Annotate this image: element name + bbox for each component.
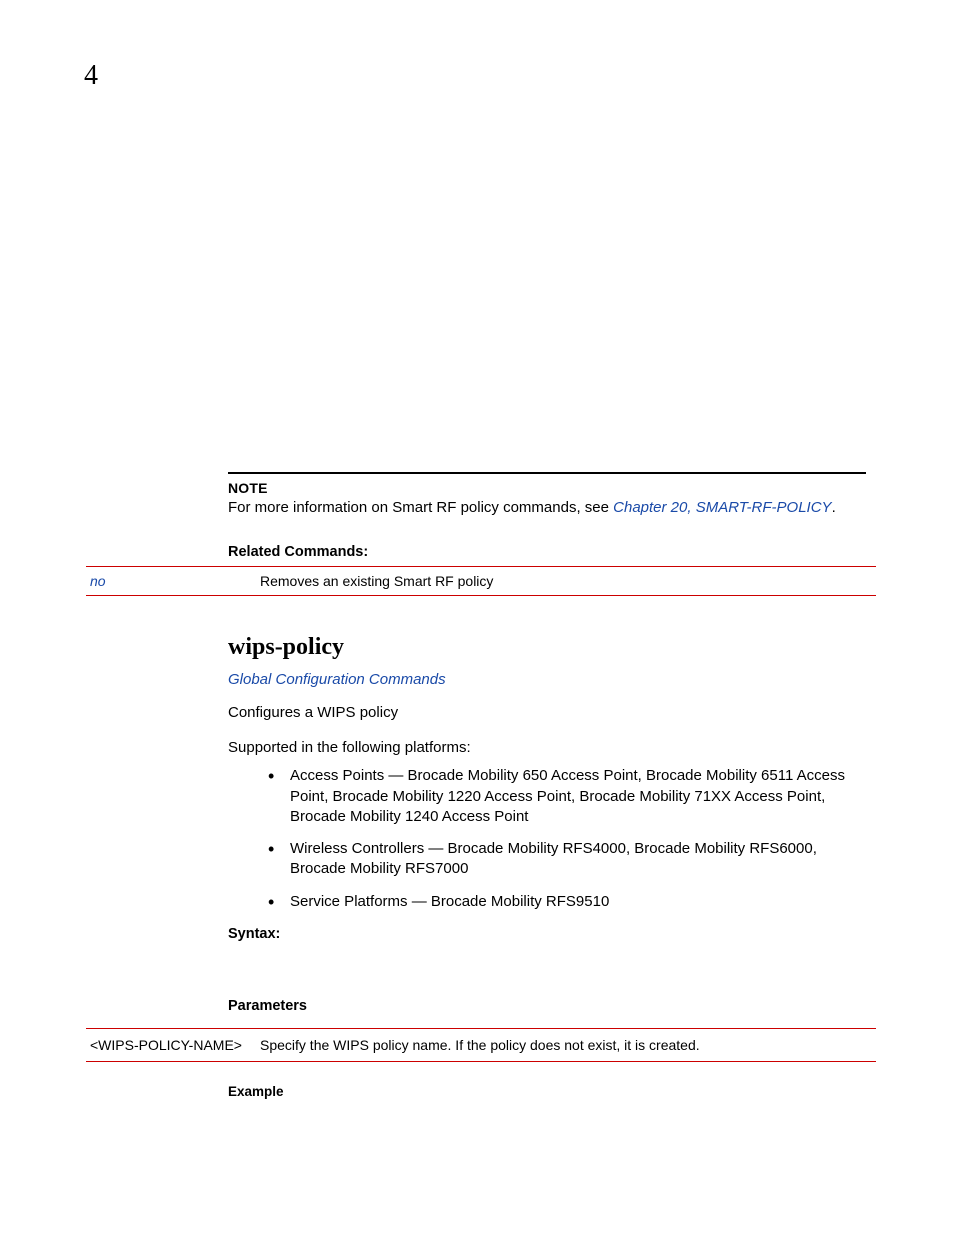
section-breadcrumb-link[interactable]: Global Configuration Commands: [228, 671, 866, 688]
platforms-intro: Supported in the following platforms:: [228, 737, 866, 758]
note-link[interactable]: Chapter 20, SMART-RF-POLICY: [613, 499, 831, 516]
platforms-list: Access Points — Brocade Mobility 650 Acc…: [270, 766, 866, 912]
note-text-suffix: .: [832, 499, 836, 516]
note-body: For more information on Smart RF policy …: [228, 498, 866, 518]
param-name: <WIPS-POLICY-NAME>: [86, 1028, 256, 1061]
page-number: 4: [84, 60, 866, 92]
table-row: no Removes an existing Smart RF policy: [86, 567, 876, 596]
note-label: NOTE: [228, 480, 866, 496]
syntax-label: Syntax:: [228, 926, 866, 942]
list-item: Wireless Controllers — Brocade Mobility …: [270, 839, 866, 880]
list-item: Access Points — Brocade Mobility 650 Acc…: [270, 766, 866, 827]
param-desc: Specify the WIPS policy name. If the pol…: [256, 1028, 876, 1061]
related-commands-heading: Related Commands:: [228, 544, 866, 560]
related-cmd-desc: Removes an existing Smart RF policy: [256, 567, 876, 596]
parameters-label: Parameters: [228, 998, 866, 1014]
parameters-table: <WIPS-POLICY-NAME> Specify the WIPS poli…: [86, 1028, 876, 1062]
section-description: Configures a WIPS policy: [228, 702, 866, 723]
note-text-prefix: For more information on Smart RF policy …: [228, 499, 613, 516]
example-label: Example: [228, 1084, 866, 1099]
table-row: <WIPS-POLICY-NAME> Specify the WIPS poli…: [86, 1028, 876, 1061]
related-commands-table: no Removes an existing Smart RF policy: [86, 566, 876, 596]
related-cmd-link[interactable]: no: [86, 567, 256, 596]
section-title: wips-policy: [228, 634, 866, 661]
note-rule: [228, 472, 866, 474]
list-item: Service Platforms — Brocade Mobility RFS…: [270, 892, 866, 912]
